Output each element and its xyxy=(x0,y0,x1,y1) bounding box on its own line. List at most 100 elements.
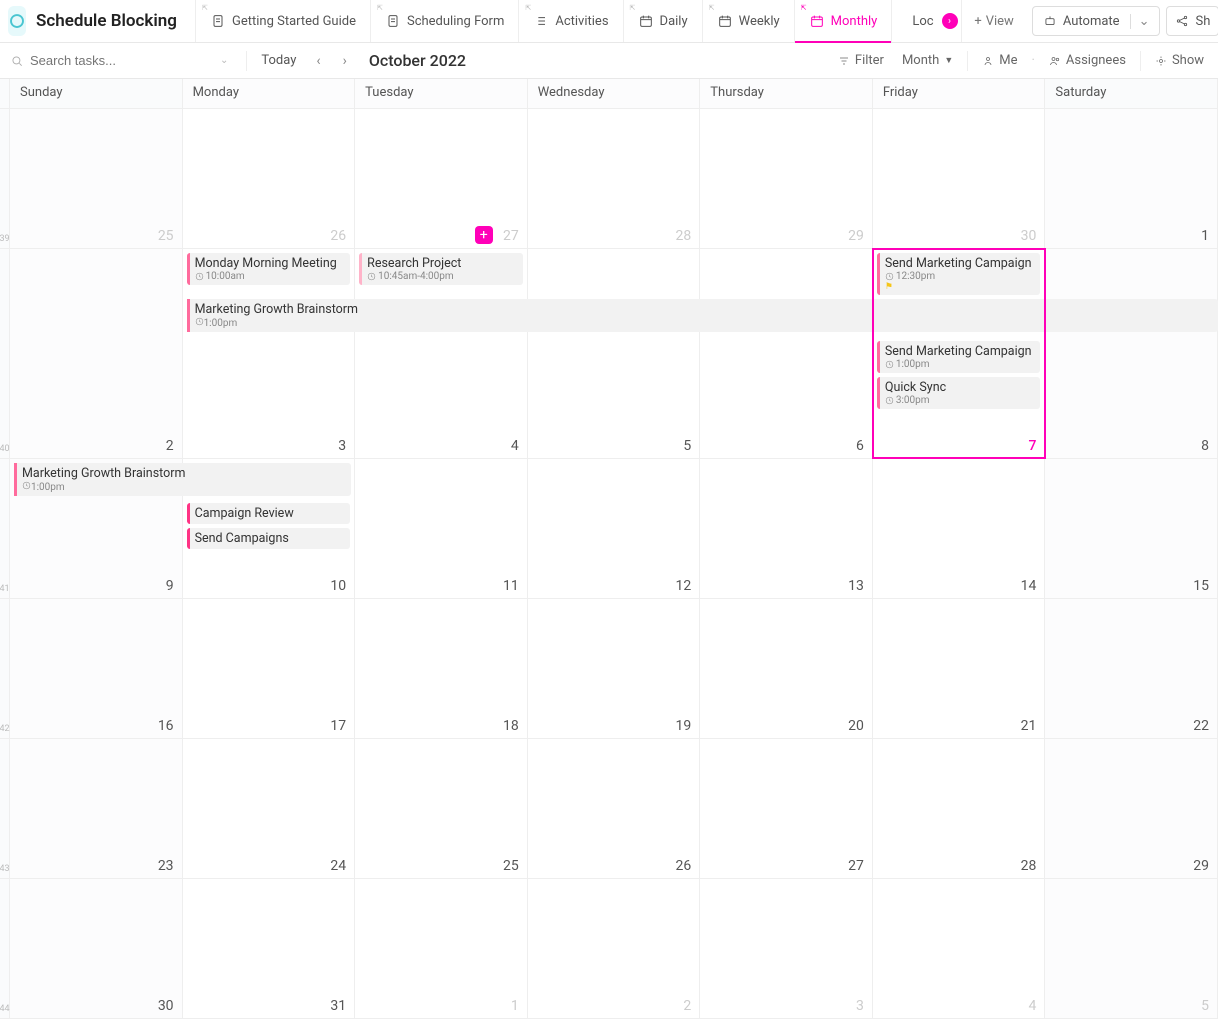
tab-daily[interactable]: ⇱ Daily xyxy=(623,0,702,42)
tab-location[interactable]: Loc › xyxy=(891,0,961,42)
event-block[interactable]: Send Marketing Campaign 12:30pm ⚑ xyxy=(877,253,1041,295)
calendar-toolbar: ⌄ Today ‹ › October 2022 Filter Month ▼ … xyxy=(0,43,1218,79)
tab-label: Weekly xyxy=(739,14,780,29)
week-number: 42 xyxy=(0,599,10,738)
event-block[interactable]: Send Campaigns xyxy=(187,528,351,549)
day-cell[interactable]: 11 xyxy=(355,459,528,598)
event-block-spanning[interactable]: Marketing Growth Brainstorm 1:00pm xyxy=(187,299,1218,332)
day-cell[interactable]: 29 xyxy=(700,109,873,248)
day-cell[interactable]: 5 xyxy=(1045,879,1218,1018)
event-block[interactable]: Send Marketing Campaign 1:00pm xyxy=(877,341,1041,373)
calendar-icon xyxy=(809,13,825,29)
day-cell[interactable]: 20 xyxy=(700,599,873,738)
next-month-button[interactable]: › xyxy=(337,53,353,69)
event-block-spanning[interactable]: Marketing Growth Brainstorm 1:00pm xyxy=(14,463,351,496)
current-month-label: October 2022 xyxy=(369,51,466,70)
event-block[interactable]: Monday Morning Meeting 10:00am xyxy=(187,253,351,285)
day-cell[interactable]: 3 xyxy=(700,879,873,1018)
tab-weekly[interactable]: ⇱ Weekly xyxy=(702,0,794,42)
tab-scheduling-form[interactable]: ⇱ Scheduling Form xyxy=(370,0,518,42)
search-icon xyxy=(10,54,24,68)
day-cell[interactable]: 23 xyxy=(10,739,183,878)
day-cell-today[interactable]: Send Marketing Campaign 12:30pm ⚑ Send M… xyxy=(873,249,1046,458)
period-dropdown[interactable]: Month ▼ xyxy=(898,53,957,68)
day-cell[interactable]: Research Project 10:45am-4:00pm 4 xyxy=(355,249,528,458)
me-filter[interactable]: Me xyxy=(978,53,1021,68)
day-cell[interactable]: 24 xyxy=(183,739,356,878)
prev-month-button[interactable]: ‹ xyxy=(310,53,326,69)
day-cell[interactable]: 31 xyxy=(183,879,356,1018)
filter-button[interactable]: Filter xyxy=(834,53,888,68)
day-cell[interactable]: 12 xyxy=(528,459,701,598)
event-block[interactable]: Campaign Review xyxy=(187,503,351,524)
app-logo[interactable] xyxy=(8,6,26,36)
day-cell[interactable]: 22 xyxy=(1045,599,1218,738)
day-cell[interactable]: 27 xyxy=(700,739,873,878)
tab-label: Getting Started Guide xyxy=(232,14,356,29)
day-cell[interactable]: 30 xyxy=(873,109,1046,248)
week-row: 43 23 24 25 26 27 28 29 xyxy=(0,739,1218,879)
day-cell[interactable]: 18 xyxy=(355,599,528,738)
tab-activities[interactable]: ⇱ Activities xyxy=(518,0,622,42)
header-bar: Schedule Blocking ⇱ Getting Started Guid… xyxy=(0,0,1218,43)
day-cell[interactable]: 14 xyxy=(873,459,1046,598)
day-cell[interactable]: 1 xyxy=(355,879,528,1018)
day-cell[interactable]: 2 xyxy=(528,879,701,1018)
day-cell[interactable]: 5 xyxy=(528,249,701,458)
day-cell[interactable]: 15 xyxy=(1045,459,1218,598)
day-cell[interactable]: 2 xyxy=(10,249,183,458)
list-icon xyxy=(533,13,549,29)
tab-label: Loc xyxy=(912,14,933,29)
assignees-filter[interactable]: Assignees xyxy=(1045,53,1130,68)
add-view-button[interactable]: + View xyxy=(961,0,1026,42)
day-header-row: Sunday Monday Tuesday Wednesday Thursday… xyxy=(0,79,1218,109)
tab-getting-started[interactable]: ⇱ Getting Started Guide xyxy=(195,0,370,42)
day-cell[interactable]: 26 xyxy=(528,739,701,878)
day-cell[interactable]: 13 xyxy=(700,459,873,598)
day-cell[interactable]: 17 xyxy=(183,599,356,738)
day-header-fri: Friday xyxy=(873,79,1046,108)
day-cell[interactable]: 29 xyxy=(1045,739,1218,878)
show-button[interactable]: Show xyxy=(1151,53,1208,68)
day-cell[interactable]: 26 xyxy=(183,109,356,248)
automate-button[interactable]: Automate ⌄ xyxy=(1032,6,1161,36)
day-cell[interactable]: Monday Morning Meeting 10:00am 3 xyxy=(183,249,356,458)
day-cell[interactable]: 16 xyxy=(10,599,183,738)
event-block[interactable]: Research Project 10:45am-4:00pm xyxy=(359,253,523,285)
day-header-mon: Monday xyxy=(183,79,356,108)
day-cell[interactable]: 1 xyxy=(1045,109,1218,248)
share-button[interactable]: Sh xyxy=(1166,6,1218,36)
week-number: 39 xyxy=(0,109,10,248)
day-cell[interactable]: 25 xyxy=(355,739,528,878)
clock-icon xyxy=(195,317,204,326)
day-cell[interactable]: 25 xyxy=(10,109,183,248)
scroll-right-icon[interactable]: › xyxy=(942,13,958,29)
clock-icon xyxy=(22,481,31,490)
add-event-button[interactable]: + xyxy=(475,226,493,244)
search-input-wrapper[interactable] xyxy=(10,53,210,68)
event-block[interactable]: Quick Sync 3:00pm xyxy=(877,377,1041,409)
day-cell[interactable]: 28 xyxy=(528,109,701,248)
day-cell[interactable]: + 27 xyxy=(355,109,528,248)
page-title: Schedule Blocking xyxy=(36,11,177,31)
day-cell[interactable]: 19 xyxy=(528,599,701,738)
today-button[interactable]: Today xyxy=(257,53,300,68)
day-cell[interactable]: 30 xyxy=(10,879,183,1018)
day-cell[interactable]: 21 xyxy=(873,599,1046,738)
pin-icon: ⇱ xyxy=(202,4,208,12)
day-cell[interactable]: 28 xyxy=(873,739,1046,878)
search-input[interactable] xyxy=(30,53,180,68)
day-header-wed: Wednesday xyxy=(528,79,701,108)
weeks-container: 39 25 26 + 27 28 29 30 1 40 2 Monday Mor… xyxy=(0,109,1218,1026)
day-cell[interactable]: 6 xyxy=(700,249,873,458)
view-tabs: ⇱ Getting Started Guide ⇱ Scheduling For… xyxy=(195,0,1026,42)
tab-monthly[interactable]: ⇱ Monthly xyxy=(794,0,892,42)
chevron-down-icon: ⌄ xyxy=(1130,14,1150,29)
day-cell[interactable]: 8 xyxy=(1045,249,1218,458)
pin-icon: ⇱ xyxy=(709,4,715,12)
day-header-sat: Saturday xyxy=(1045,79,1218,108)
chevron-down-icon[interactable]: ⌄ xyxy=(220,55,228,66)
week-number: 44 xyxy=(0,879,10,1018)
day-cell[interactable]: 4 xyxy=(873,879,1046,1018)
clock-icon xyxy=(885,360,894,369)
